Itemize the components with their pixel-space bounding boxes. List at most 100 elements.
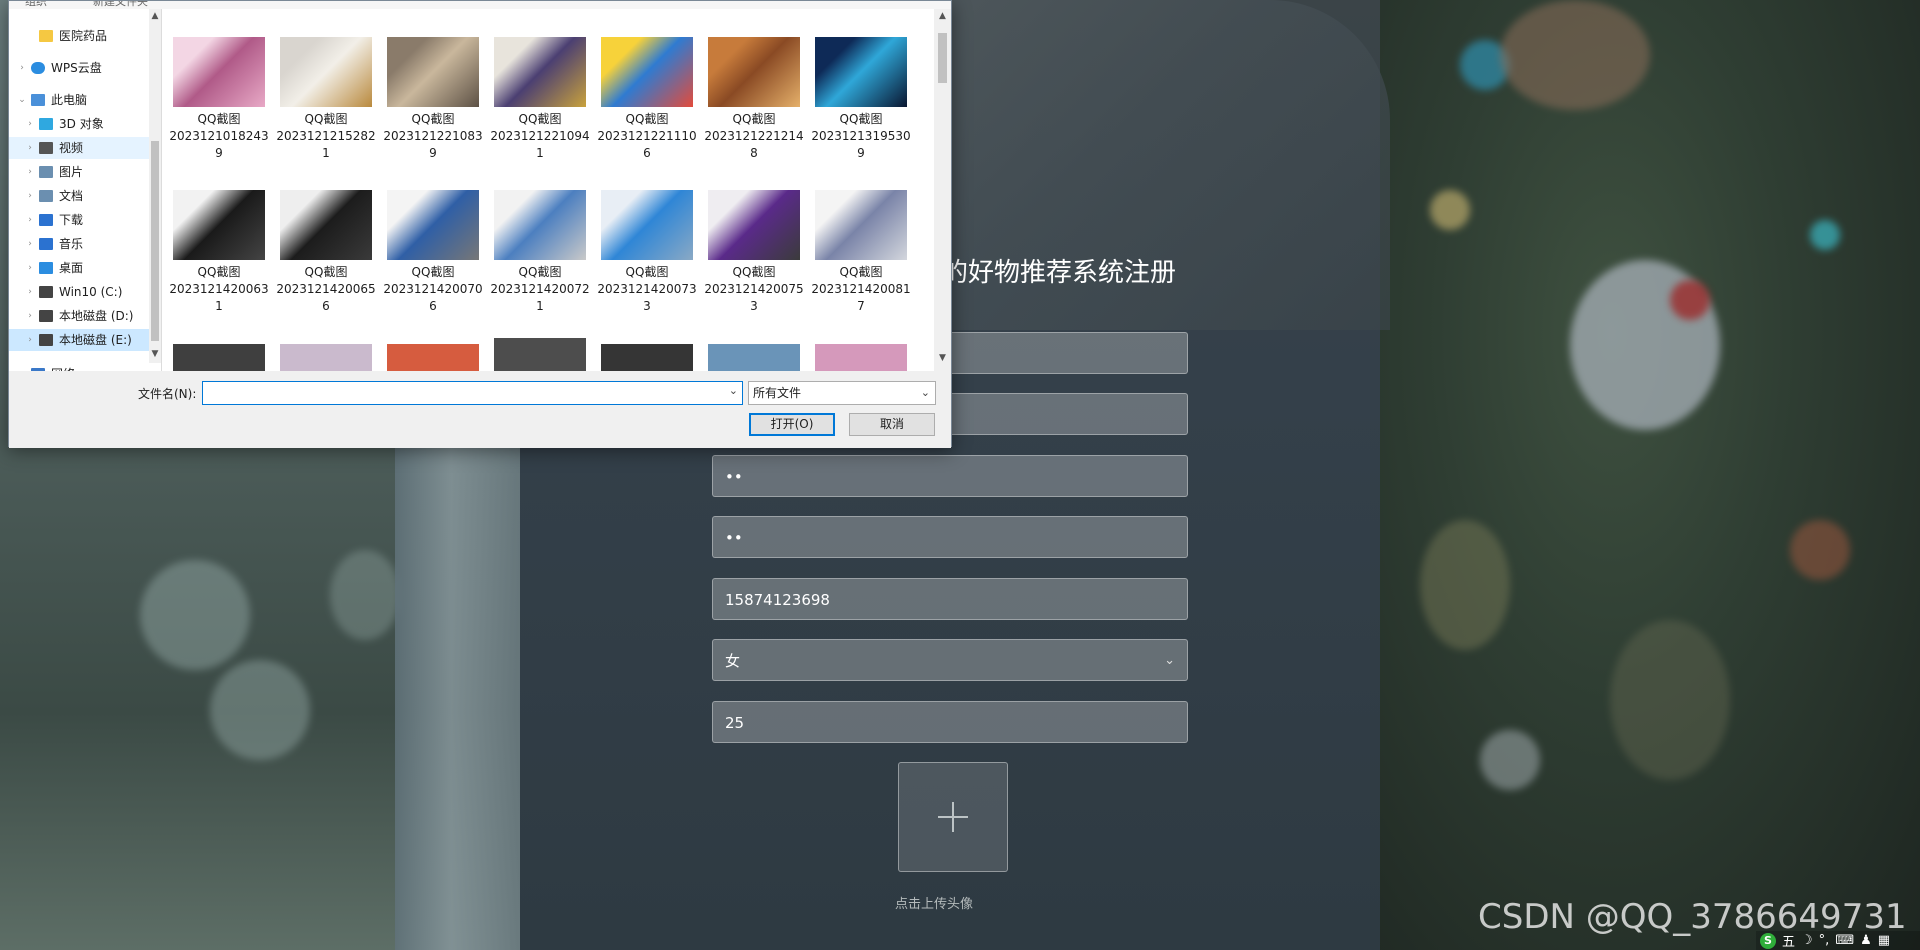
file-item[interactable]: QQ截图 2023121420072 1: [487, 190, 593, 315]
expand-arrow-icon[interactable]: ›: [25, 185, 35, 207]
phone-field[interactable]: 15874123698: [712, 578, 1188, 620]
image-thumbnail[interactable]: [708, 344, 800, 371]
image-thumbnail: [708, 37, 800, 107]
scroll-up-icon[interactable]: ▲: [149, 11, 161, 21]
password-field[interactable]: ••: [712, 455, 1188, 497]
nav-item[interactable]: ⌄ 此电脑: [9, 89, 149, 111]
expand-arrow-icon[interactable]: ›: [25, 137, 35, 159]
file-name-line: QQ截图: [304, 112, 348, 126]
nav-item[interactable]: › 3D 对象: [9, 113, 149, 135]
scroll-thumb[interactable]: [151, 141, 159, 341]
image-thumbnail[interactable]: [815, 344, 907, 371]
nav-item[interactable]: › 下载: [9, 209, 149, 231]
expand-arrow-icon[interactable]: ›: [25, 305, 35, 327]
file-name-line: QQ截图: [732, 265, 776, 279]
scroll-up-icon[interactable]: ▲: [934, 11, 951, 21]
scroll-down-icon[interactable]: ▼: [934, 353, 951, 363]
image-thumbnail[interactable]: [173, 344, 265, 371]
file-name-line: QQ截图: [197, 112, 241, 126]
nav-item[interactable]: › 本地磁盘 (E:): [9, 329, 149, 351]
file-item[interactable]: QQ截图 2023121221214 8: [701, 37, 807, 162]
user-icon[interactable]: ♟: [1860, 933, 1872, 948]
nav-item[interactable]: 医院药品: [9, 25, 149, 47]
dialog-bottom-bar: 文件名(N): ⌄ 所有文件 ⌄ 打开(O) 取消: [9, 371, 951, 448]
nav-item[interactable]: › Win10 (C:): [9, 281, 149, 303]
punctuation-icon[interactable]: °,: [1819, 933, 1830, 948]
expand-arrow-icon[interactable]: ⌄: [17, 89, 27, 111]
scroll-down-icon[interactable]: ▼: [149, 349, 161, 359]
moon-icon[interactable]: ☽: [1801, 933, 1813, 948]
file-item[interactable]: QQ截图 2023121018243 9: [166, 37, 272, 162]
cloud-icon: [31, 62, 45, 74]
nav-item[interactable]: › 音乐: [9, 233, 149, 255]
filename-input[interactable]: ⌄: [202, 381, 743, 405]
file-item[interactable]: QQ截图 2023121420073 3: [594, 190, 700, 315]
file-item[interactable]: QQ截图 2023121221110 6: [594, 37, 700, 162]
nav-item[interactable]: › 本地磁盘 (D:): [9, 305, 149, 327]
file-name-line: 9: [429, 146, 437, 160]
confirm-password-field[interactable]: ••: [712, 516, 1188, 558]
image-thumbnail[interactable]: [280, 344, 372, 371]
nav-item[interactable]: › 桌面: [9, 257, 149, 279]
nav-item[interactable]: › WPS云盘: [9, 57, 149, 79]
expand-arrow-icon[interactable]: ›: [25, 161, 35, 183]
nav-item[interactable]: › 文档: [9, 185, 149, 207]
file-name-line: 9: [857, 146, 865, 160]
file-item[interactable]: QQ截图 2023121420075 3: [701, 190, 807, 315]
expand-arrow-icon[interactable]: ›: [25, 281, 35, 303]
nav-item[interactable]: › 视频: [9, 137, 149, 159]
gender-select[interactable]: 女 ⌄: [712, 639, 1188, 681]
file-item[interactable]: QQ截图 2023121420081 7: [808, 190, 914, 315]
expand-arrow-icon[interactable]: ›: [25, 233, 35, 255]
filetype-select[interactable]: 所有文件 ⌄: [748, 381, 936, 405]
chevron-down-icon[interactable]: ⌄: [729, 384, 738, 397]
grid-icon[interactable]: ▦: [1878, 933, 1890, 948]
sogou-ime-icon[interactable]: S: [1760, 932, 1776, 949]
nav-item-label: 桌面: [59, 261, 84, 275]
file-name-line: 2023121420072: [490, 282, 590, 296]
expand-arrow-icon[interactable]: ›: [25, 209, 35, 231]
navigation-pane: 医院药品 › WPS云盘 ⌄ 此电脑 › 3D 对象 › 视频 › 图片 › 文档 › 下载 › 音乐 › 桌面 › W…: [9, 9, 162, 381]
file-item[interactable]: QQ截图 2023121221083 9: [380, 37, 486, 162]
file-item[interactable]: QQ截图 2023121319530 9: [808, 37, 914, 162]
file-name-line: 1: [322, 146, 330, 160]
nav-item[interactable]: › 图片: [9, 161, 149, 183]
image-thumbnail[interactable]: [494, 338, 586, 371]
keyboard-icon[interactable]: ⌨: [1835, 933, 1854, 948]
cancel-button[interactable]: 取消: [849, 413, 935, 436]
file-name-line: 6: [322, 299, 330, 313]
image-thumbnail[interactable]: [601, 344, 693, 371]
age-field[interactable]: 25: [712, 701, 1188, 743]
image-thumbnail: [494, 190, 586, 260]
expand-arrow-icon[interactable]: ›: [25, 113, 35, 135]
dialog-toolbar: 组织 新建文件夹: [9, 1, 951, 9]
avatar-upload-button[interactable]: [898, 762, 1008, 872]
new-folder-button[interactable]: 新建文件夹: [93, 1, 148, 9]
file-grid-scrollbar[interactable]: ▲ ▼: [934, 9, 951, 371]
open-button[interactable]: 打开(O): [749, 413, 835, 436]
file-item[interactable]: QQ截图 2023121221094 1: [487, 37, 593, 162]
navigation-scrollbar[interactable]: ▲ ▼: [149, 9, 161, 363]
image-thumbnail: [280, 37, 372, 107]
nav-item-label: 文档: [59, 189, 84, 203]
file-name: QQ截图 2023121420063 1: [166, 264, 272, 315]
expand-arrow-icon[interactable]: ›: [25, 257, 35, 279]
file-item[interactable]: QQ截图 2023121420070 6: [380, 190, 486, 315]
ime-mode-label[interactable]: 五: [1782, 931, 1795, 950]
file-item[interactable]: QQ截图 2023121420063 1: [166, 190, 272, 315]
scroll-thumb[interactable]: [938, 33, 947, 83]
image-thumbnail: [494, 37, 586, 107]
nav-item-label: 视频: [59, 141, 84, 155]
file-grid: QQ截图 2023121018243 9 QQ截图 2023121215282 1 QQ截图…: [162, 9, 934, 371]
expand-arrow-icon[interactable]: ›: [17, 57, 27, 79]
drive-icon: [39, 310, 53, 322]
file-name-line: 3: [643, 299, 651, 313]
folder-icon: [39, 30, 53, 42]
expand-arrow-icon[interactable]: ›: [25, 329, 35, 351]
document-icon: [39, 190, 53, 202]
organize-button[interactable]: 组织: [25, 1, 47, 9]
image-thumbnail[interactable]: [387, 344, 479, 371]
nav-item-label: Win10 (C:): [59, 285, 123, 299]
file-item[interactable]: QQ截图 2023121420065 6: [273, 190, 379, 315]
file-item[interactable]: QQ截图 2023121215282 1: [273, 37, 379, 162]
